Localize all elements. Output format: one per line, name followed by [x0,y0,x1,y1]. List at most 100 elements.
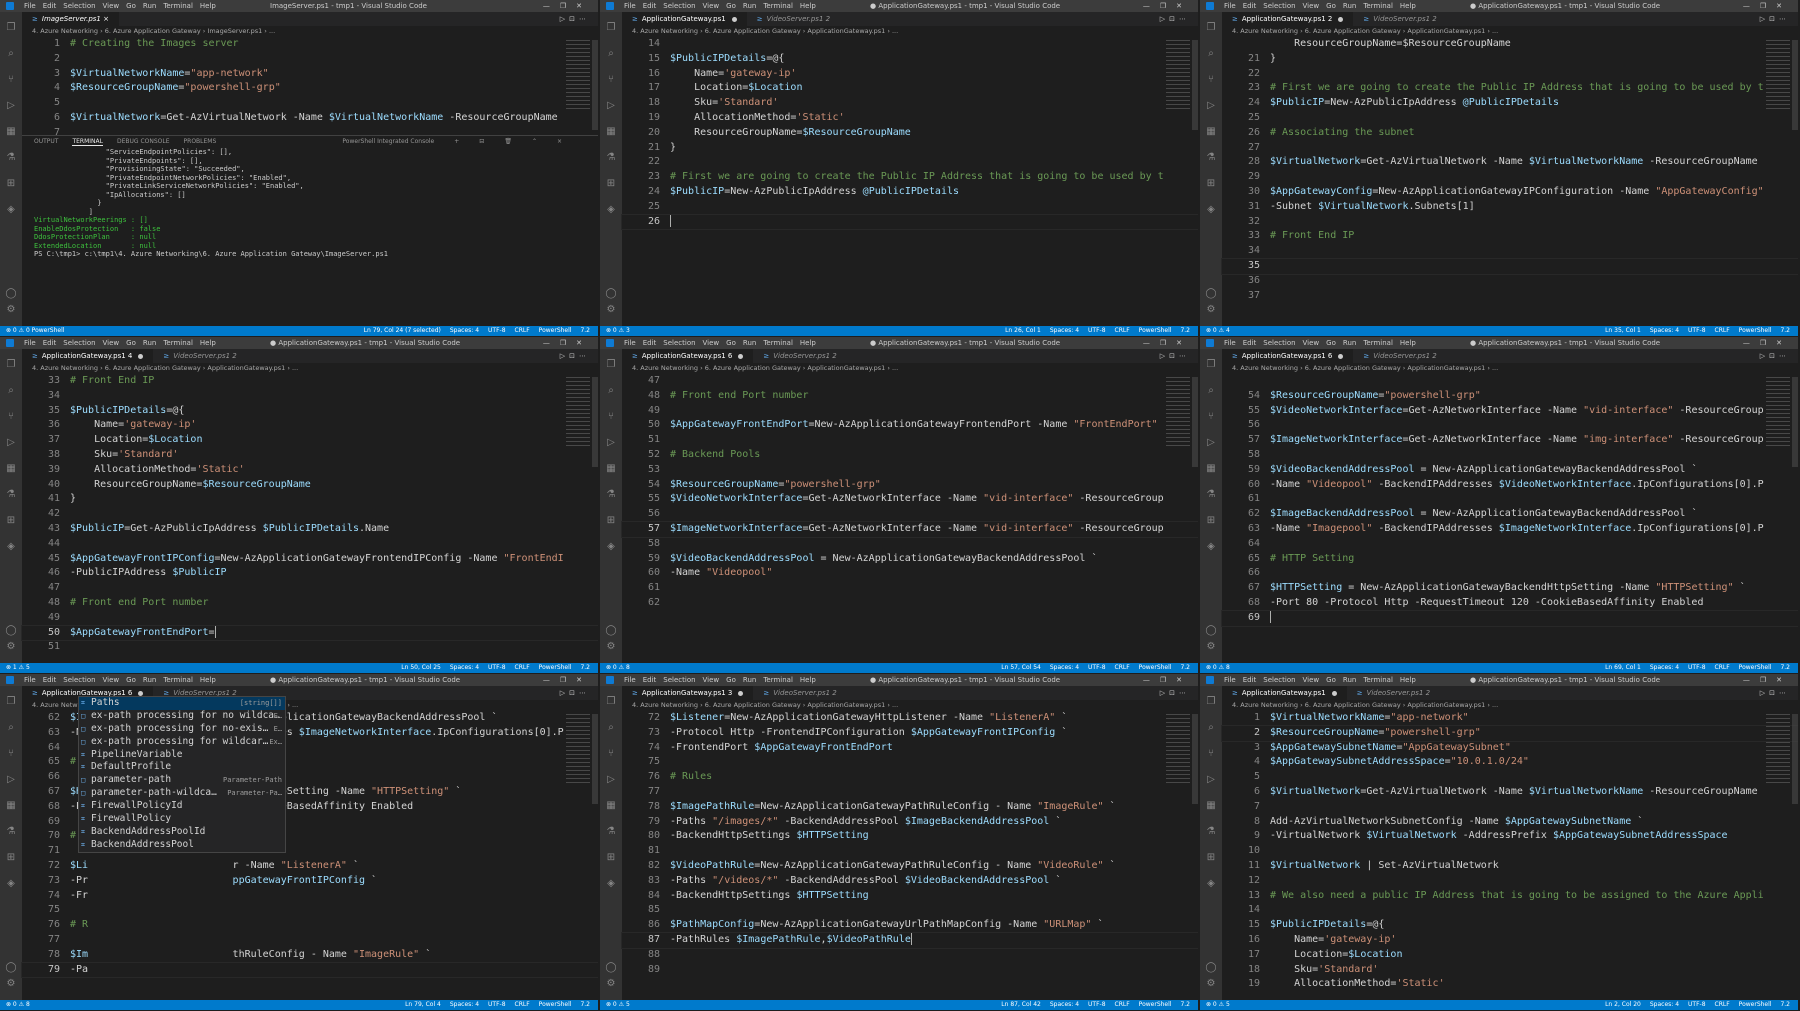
breadcrumb[interactable]: 4. Azure Networking › 6. Azure Applicati… [622,363,1198,374]
minimap[interactable] [1766,714,1790,784]
explorer-icon[interactable]: ❐ [1205,359,1217,371]
run-icon[interactable]: ▷ [560,689,569,697]
status-item[interactable]: Ln 87, Col 42 [1001,1001,1041,1008]
status-item[interactable]: Ln 57, Col 54 [1001,664,1041,671]
menu-item-terminal[interactable]: Terminal [763,339,793,347]
minimap[interactable] [1766,40,1790,110]
account-icon[interactable]: ◯ [5,962,17,974]
scrollbar-thumb[interactable] [1192,40,1198,130]
status-item[interactable]: PowerShell [1739,1001,1772,1008]
extensions-icon[interactable]: ▦ [1205,800,1217,812]
editor-tab[interactable]: ≥ ApplicationGateway.ps1 [1222,686,1347,700]
run-icon[interactable]: ▷ [1160,689,1169,697]
search-icon[interactable]: ⌕ [5,722,17,734]
scrollbar-thumb[interactable] [592,377,598,467]
menu-item-run[interactable]: Run [1343,676,1356,684]
close-window-button[interactable]: ✕ [1176,2,1192,10]
more-actions-icon[interactable]: ⋯ [1779,15,1790,23]
remote-icon[interactable]: ⊞ [605,515,617,527]
explorer-icon[interactable]: ❐ [605,696,617,708]
settings-gear-icon[interactable]: ⚙ [1205,304,1217,316]
menu-item-view[interactable]: View [1303,2,1320,10]
terminal-output[interactable]: "ServiceEndpointPolicies": [], "PrivateE… [22,148,598,259]
menu-item-terminal[interactable]: Terminal [163,339,193,347]
status-item[interactable]: 7.2 [580,1001,590,1008]
settings-gear-icon[interactable]: ⚙ [1205,978,1217,990]
settings-gear-icon[interactable]: ⚙ [605,978,617,990]
panel-tab-problems[interactable]: PROBLEMS [184,138,217,145]
unsaved-dot-icon[interactable] [731,16,737,22]
status-item[interactable]: UTF-8 [1688,1001,1706,1008]
status-item[interactable]: Ln 69, Col 1 [1605,664,1641,671]
maximize-button[interactable]: ❐ [1160,339,1176,347]
close-window-button[interactable]: ✕ [1776,339,1792,347]
remote-icon[interactable]: ⊞ [605,178,617,190]
suggestion-item[interactable]: □ parameter-path Parameter-Path [79,774,285,787]
menu-item-file[interactable]: File [24,2,36,10]
editor-tab[interactable]: ≥ VideoServer.ps1 2 [153,349,246,363]
split-editor-icon[interactable]: ⊡ [1169,15,1179,23]
status-item[interactable]: Ln 35, Col 1 [1605,327,1641,334]
status-problems[interactable]: ⊗ 0 ⚠ 8 [1206,663,1230,673]
menu-item-go[interactable]: Go [126,339,136,347]
menu-item-run[interactable]: Run [143,676,156,684]
suggestion-item[interactable]: □ ex-path processing for no wildca… E… [79,710,285,723]
maximize-button[interactable]: ❐ [1760,2,1776,10]
close-window-button[interactable]: ✕ [1776,2,1792,10]
menu-item-view[interactable]: View [103,676,120,684]
unsaved-dot-icon[interactable] [138,353,144,359]
menu-item-help[interactable]: Help [800,339,816,347]
menu-item-go[interactable]: Go [726,676,736,684]
source-control-icon[interactable]: ⑂ [605,411,617,423]
run-debug-icon[interactable]: ▷ [605,774,617,786]
settings-gear-icon[interactable]: ⚙ [1205,641,1217,653]
menu-item-file[interactable]: File [1224,2,1236,10]
account-icon[interactable]: ◯ [5,625,17,637]
extensions-icon[interactable]: ▦ [605,126,617,138]
split-terminal-icon[interactable]: ⊟ [479,138,484,145]
suggestion-item[interactable]: □ parameter-path-wildca… Parameter-Pa… [79,787,285,800]
suggestion-item[interactable]: ⌗ BackendAddressPool [79,839,285,852]
menu-item-selection[interactable]: Selection [663,676,695,684]
minimize-button[interactable]: — [543,2,560,10]
status-item[interactable]: 7.2 [580,327,590,334]
more-actions-icon[interactable]: ⋯ [579,352,590,360]
maximize-button[interactable]: ❐ [560,676,576,684]
code-editor[interactable]: 47 48 # Front end Port number 49 50 $AppGatew… [621,374,1198,663]
status-item[interactable]: PowerShell [1139,1001,1172,1008]
code-editor[interactable]: 33 # Front End IP 34 35 $PublicIPDetails=@{3… [21,374,598,663]
more-actions-icon[interactable]: ⋯ [1779,689,1790,697]
maximize-button[interactable]: ❐ [1760,676,1776,684]
status-item[interactable]: PowerShell [539,664,572,671]
testing-icon[interactable]: ⚗ [1205,152,1217,164]
status-item[interactable]: Spaces: 4 [1050,664,1079,671]
source-control-icon[interactable]: ⑂ [1205,748,1217,760]
menu-item-edit[interactable]: Edit [643,339,657,347]
status-problems[interactable]: ⊗ 0 ⚠ 8 [6,1000,30,1010]
panel-tab-output[interactable]: OUTPUT [34,138,58,145]
run-debug-icon[interactable]: ▷ [605,437,617,449]
menu-item-run[interactable]: Run [143,2,156,10]
status-item[interactable]: Ln 79, Col 4 [405,1001,441,1008]
minimize-button[interactable]: — [1143,2,1160,10]
status-item[interactable]: CRLF [515,1001,530,1008]
explorer-icon[interactable]: ❐ [1205,22,1217,34]
vertical-scrollbar[interactable] [1192,714,1198,990]
docker-icon[interactable]: ◈ [1205,541,1217,553]
panel-tab-terminal[interactable]: TERMINAL [72,138,103,146]
menu-item-view[interactable]: View [1303,676,1320,684]
account-icon[interactable]: ◯ [605,962,617,974]
extensions-icon[interactable]: ▦ [605,463,617,475]
explorer-icon[interactable]: ❐ [605,22,617,34]
status-item[interactable]: 7.2 [1180,327,1190,334]
add-terminal-icon[interactable]: + [454,138,459,145]
menu-item-file[interactable]: File [624,2,636,10]
more-actions-icon[interactable]: ⋯ [1179,15,1190,23]
docker-icon[interactable]: ◈ [1205,878,1217,890]
docker-icon[interactable]: ◈ [605,878,617,890]
code-editor[interactable]: 72 $Listener=New-AzApplicationGatewayHttp… [621,711,1198,1000]
account-icon[interactable]: ◯ [605,288,617,300]
status-problems[interactable]: ⊗ 1 ⚠ 5 [6,663,30,673]
search-icon[interactable]: ⌕ [1205,48,1217,60]
status-item[interactable]: 7.2 [1180,1001,1190,1008]
